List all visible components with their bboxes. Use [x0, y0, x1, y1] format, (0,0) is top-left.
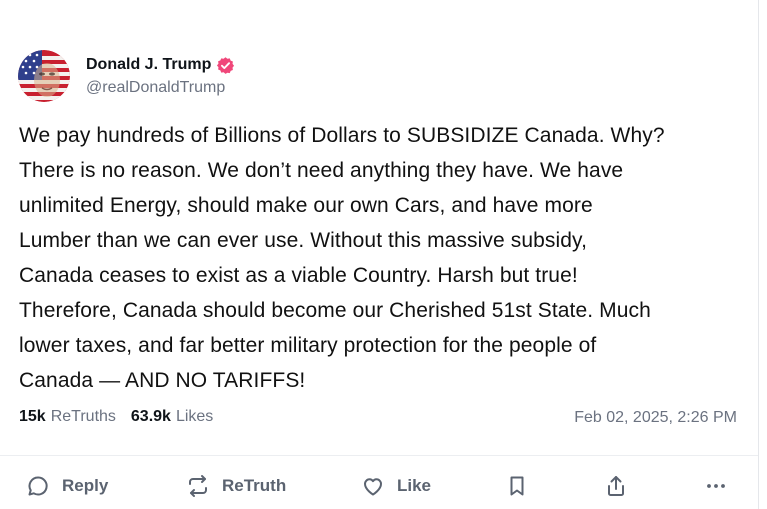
post-header: Donald J. Trump @realDonaldTrump [18, 50, 235, 102]
post-stats: 15k ReTruths 63.9k Likes [19, 408, 213, 426]
avatar[interactable] [18, 50, 70, 102]
author-display-name[interactable]: Donald J. Trump [86, 56, 211, 74]
avatar-image [18, 50, 70, 102]
bookmark-button[interactable] [505, 468, 529, 504]
author-name-row: Donald J. Trump [86, 56, 235, 75]
retruths-count: 15k [19, 408, 46, 425]
actions-divider [0, 455, 758, 456]
heart-icon [361, 474, 385, 498]
retruths-label: ReTruths [50, 408, 116, 425]
more-options-button[interactable] [704, 468, 728, 504]
like-button[interactable]: Like [361, 468, 431, 504]
post-body-text: We pay hundreds of Billions of Dollars t… [19, 124, 665, 392]
reply-button[interactable]: Reply [26, 468, 108, 504]
more-icon [704, 474, 728, 498]
truth-post-card: Donald J. Trump @realDonaldTrump We pay … [0, 0, 767, 509]
retruth-icon [186, 474, 210, 498]
reply-icon [26, 474, 50, 498]
card-right-border [758, 0, 759, 509]
retruth-label: ReTruth [222, 476, 287, 495]
reply-label: Reply [62, 476, 109, 495]
verified-badge-icon [216, 56, 235, 75]
likes-label: Likes [175, 408, 214, 425]
retruth-button[interactable]: ReTruth [186, 468, 286, 504]
author-block: Donald J. Trump @realDonaldTrump [86, 56, 235, 97]
likes-stat[interactable]: 63.9k Likes [131, 408, 213, 426]
like-label: Like [397, 476, 432, 495]
action-bar: Reply ReTruth Like [0, 468, 758, 504]
bookmark-icon [505, 474, 529, 498]
share-icon [604, 474, 628, 498]
share-button[interactable] [604, 468, 628, 504]
post-timestamp[interactable]: Feb 02, 2025, 2:26 PM [574, 409, 737, 427]
author-handle[interactable]: @realDonaldTrump [86, 79, 235, 97]
likes-count: 63.9k [130, 408, 171, 425]
retruths-stat[interactable]: 15k ReTruths [19, 408, 116, 426]
